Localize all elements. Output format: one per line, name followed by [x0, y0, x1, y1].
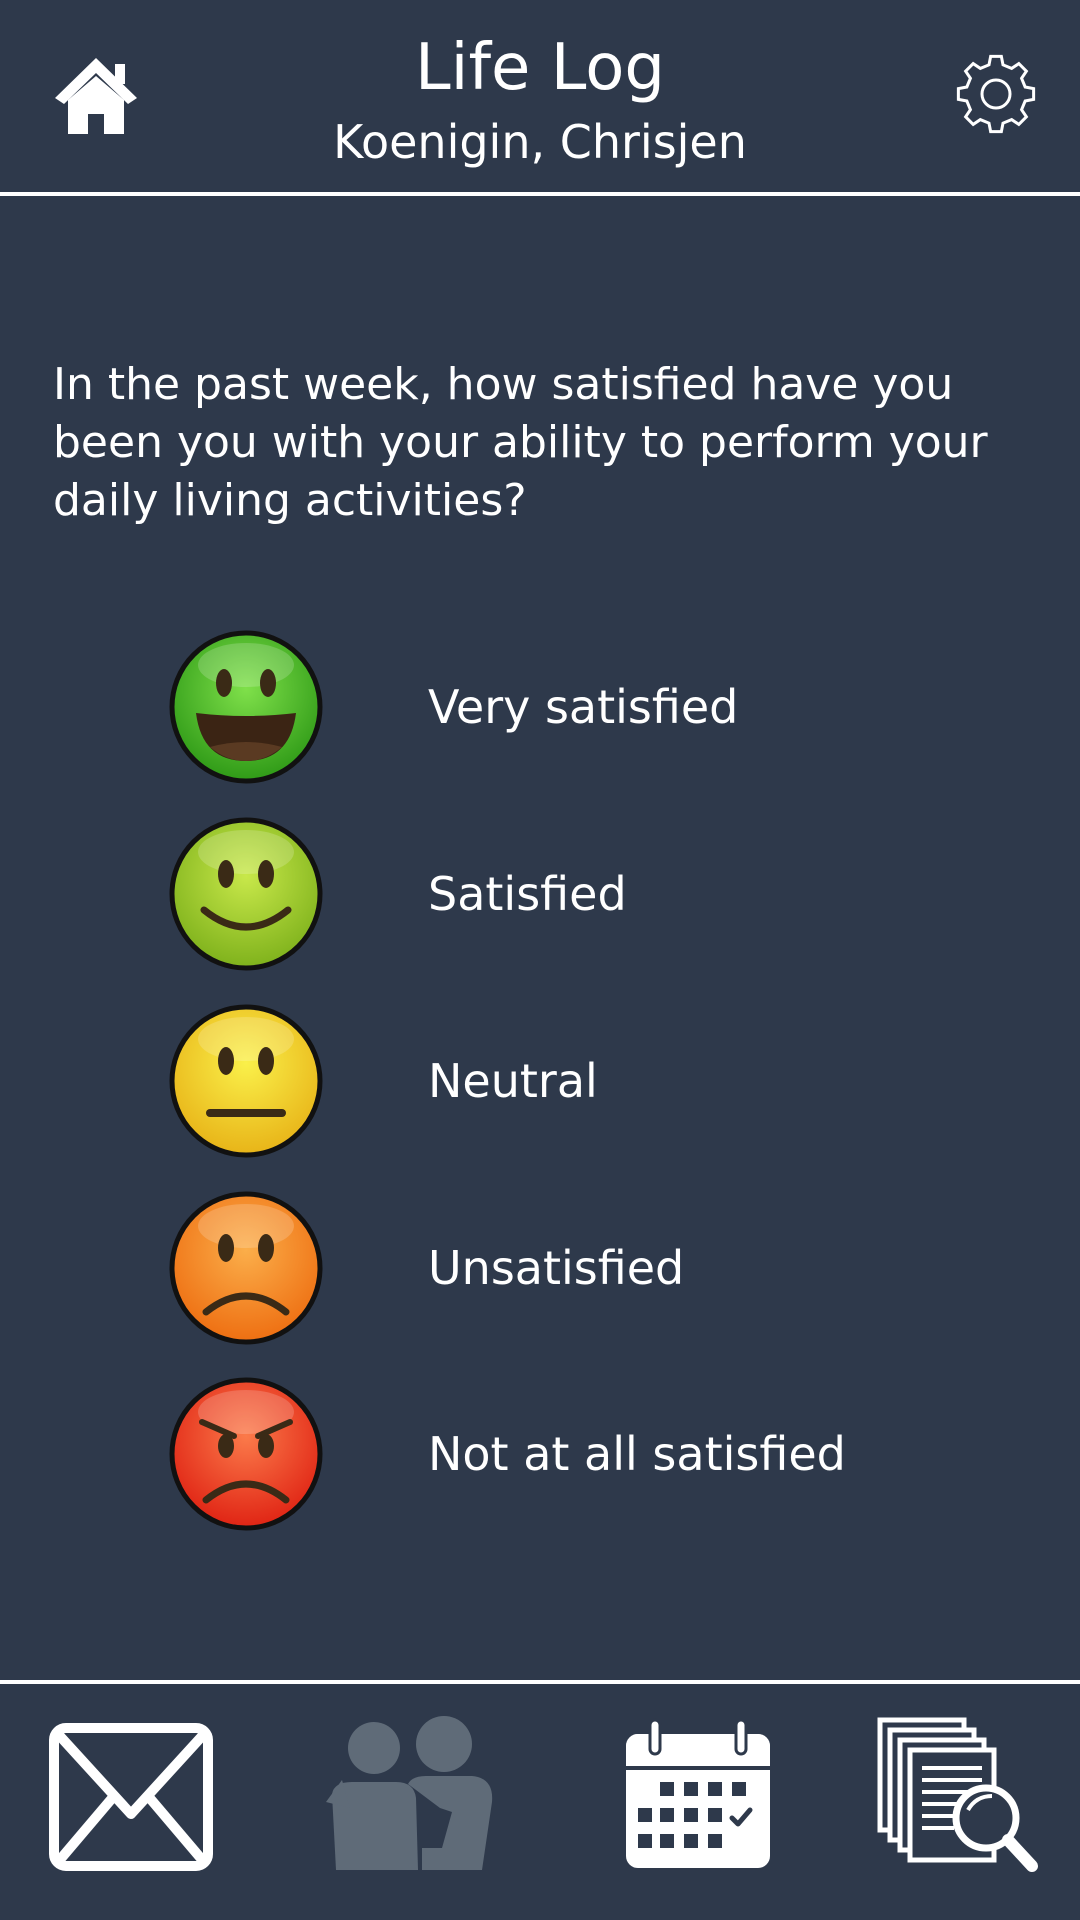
option-not-at-all-satisfied[interactable]: Not at all satisfied [160, 1374, 920, 1534]
patient-name: Koenigin, Chrisjen [333, 115, 747, 169]
gear-outline [956, 54, 1036, 134]
documents-button[interactable] [876, 1716, 1038, 1876]
header-divider [0, 192, 1080, 196]
option-label: Satisfied [428, 867, 627, 921]
messages-button[interactable] [48, 1722, 214, 1872]
option-neutral[interactable]: Neutral [160, 1001, 920, 1161]
option-satisfied[interactable]: Satisfied [160, 814, 920, 974]
option-label: Very satisfied [428, 680, 739, 734]
option-unsatisfied[interactable]: Unsatisfied [160, 1188, 920, 1348]
option-label: Unsatisfied [428, 1241, 685, 1295]
app-title: Life Log [415, 31, 665, 105]
option-very-satisfied[interactable]: Very satisfied [160, 627, 920, 787]
happy-face-icon [169, 817, 323, 971]
very-happy-face-icon [169, 630, 323, 784]
care-team-button[interactable] [322, 1712, 498, 1874]
option-label: Not at all satisfied [428, 1427, 846, 1481]
option-label: Neutral [428, 1054, 598, 1108]
neutral-face-icon [169, 1004, 323, 1158]
calendar-button[interactable] [622, 1718, 774, 1872]
sad-face-icon [169, 1191, 323, 1345]
calendar-icon [626, 1718, 770, 1868]
angry-face-icon [169, 1377, 323, 1531]
settings-button[interactable] [954, 52, 1038, 136]
document-search-icon [877, 1717, 1038, 1872]
people-icon [326, 1716, 493, 1870]
footer-divider [0, 1680, 1080, 1684]
gear-icon [956, 54, 1036, 134]
question-text: In the past week, how satisfied have you… [53, 359, 988, 526]
mail-icon [49, 1723, 213, 1871]
life-log-screen: Life Log Koenigin, Chrisjen In the past … [0, 0, 1080, 1920]
app-header: Life Log Koenigin, Chrisjen [0, 0, 1080, 193]
